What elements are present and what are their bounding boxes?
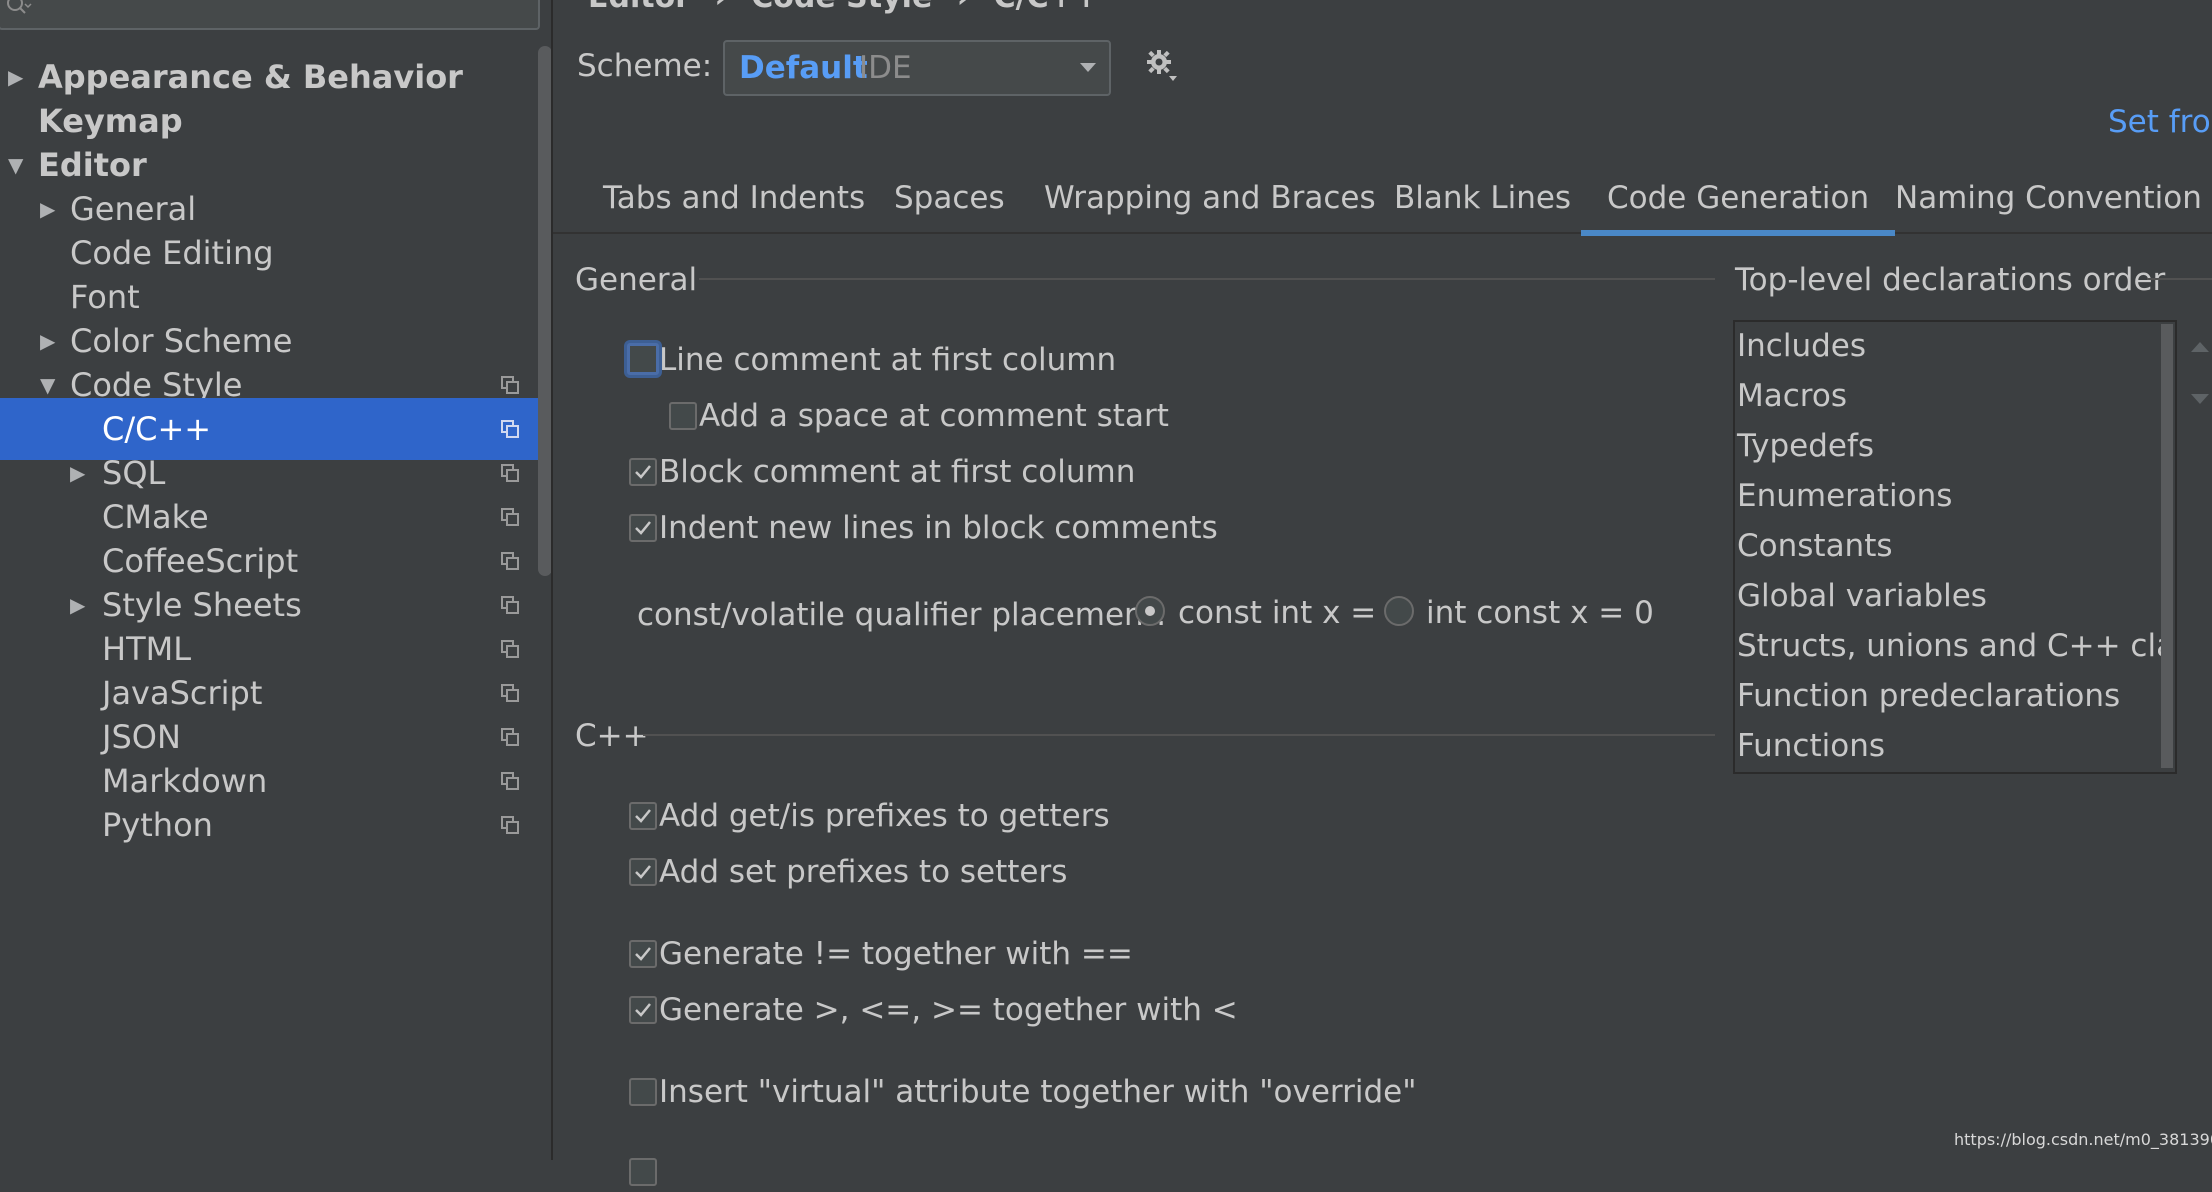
radio-selected-dot bbox=[1145, 606, 1155, 616]
list-item[interactable]: Constants bbox=[1737, 528, 1893, 564]
section-divider bbox=[699, 278, 1715, 280]
search-icon bbox=[7, 0, 32, 14]
check-icon bbox=[635, 809, 651, 823]
declarations-scrollbar[interactable] bbox=[2161, 324, 2173, 768]
gear-icon[interactable] bbox=[1143, 48, 1179, 84]
move-up-icon[interactable] bbox=[2189, 340, 2211, 354]
option-label: Generate >, <=, >= together with < bbox=[659, 992, 1238, 1028]
project-scope-icon bbox=[501, 640, 519, 658]
checkbox[interactable] bbox=[629, 802, 657, 830]
list-item[interactable]: Function predeclarations bbox=[1737, 678, 2120, 714]
code-style-tabs: Tabs and Indents Spaces Wrapping and Bra… bbox=[553, 170, 2212, 236]
checkbox[interactable] bbox=[629, 858, 657, 886]
project-scope-icon bbox=[501, 772, 519, 790]
check-icon bbox=[635, 521, 651, 535]
check-icon bbox=[635, 947, 651, 961]
list-item[interactable]: Functions bbox=[1737, 728, 1885, 764]
move-down-icon[interactable] bbox=[2189, 392, 2211, 406]
set-from-link[interactable]: Set from... bbox=[2108, 104, 2212, 140]
chevron-down-icon bbox=[1080, 63, 1096, 72]
checkbox[interactable] bbox=[629, 458, 657, 486]
project-scope-icon bbox=[501, 552, 519, 570]
project-scope-icon bbox=[501, 508, 519, 526]
project-scope-icon bbox=[501, 464, 519, 482]
tab-naming-convention[interactable]: Naming Convention bbox=[1895, 170, 2202, 230]
tree-item-label: Python bbox=[102, 806, 213, 844]
settings-search-input[interactable] bbox=[0, 0, 540, 30]
checkbox[interactable] bbox=[629, 996, 657, 1024]
checkbox[interactable] bbox=[629, 1158, 657, 1186]
check-icon bbox=[635, 865, 651, 879]
settings-sidebar: ▶ Appearance & Behavior Keymap ▼ Editor … bbox=[0, 0, 553, 1160]
qualifier-placement-label: const/volatile qualifier placement: bbox=[637, 597, 1167, 633]
cpp-section-title: C++ bbox=[575, 718, 649, 754]
checkbox[interactable] bbox=[629, 514, 657, 542]
project-scope-icon bbox=[501, 684, 519, 702]
breadcrumb-item: C/C++ bbox=[994, 0, 1099, 15]
list-item[interactable]: Typedefs bbox=[1737, 428, 1874, 464]
tree-item-python[interactable]: Python bbox=[0, 794, 551, 856]
general-section-title: General bbox=[575, 262, 698, 298]
scheme-label: Scheme: bbox=[577, 48, 713, 84]
option-label: Add get/is prefixes to getters bbox=[659, 798, 1110, 834]
option-label: Generate != together with == bbox=[659, 936, 1133, 972]
checkbox[interactable] bbox=[629, 940, 657, 968]
option-label: Insert "virtual" attribute together with… bbox=[659, 1074, 1417, 1110]
list-item[interactable]: Includes bbox=[1737, 328, 1866, 364]
radio-label: const int x = 0 bbox=[1178, 595, 1406, 631]
list-item[interactable]: Macros bbox=[1737, 378, 1847, 414]
checkbox[interactable] bbox=[627, 343, 659, 375]
tab-spaces[interactable]: Spaces bbox=[894, 170, 1005, 230]
option-label: Indent new lines in block comments bbox=[659, 510, 1218, 546]
tab-tabs-and-indents[interactable]: Tabs and Indents bbox=[603, 170, 865, 230]
section-divider bbox=[643, 734, 1715, 736]
declarations-order-title: Top-level declarations order bbox=[1735, 262, 2166, 298]
check-icon bbox=[635, 465, 651, 479]
project-scope-icon bbox=[501, 728, 519, 746]
code-style-panel: Editor › Code Style › C/C++ Scheme: Defa… bbox=[553, 0, 2212, 1186]
checkbox[interactable] bbox=[669, 402, 697, 430]
project-scope-icon bbox=[501, 420, 519, 438]
tab-wrapping-and-braces[interactable]: Wrapping and Braces bbox=[1044, 170, 1376, 230]
breadcrumb-separator: › bbox=[714, 0, 726, 15]
option-label: Add set prefixes to setters bbox=[659, 854, 1068, 890]
breadcrumb-item: Editor bbox=[588, 0, 690, 15]
list-item[interactable]: Structs, unions and C++ classes bbox=[1737, 628, 2175, 664]
radio-label: int const x = 0 bbox=[1426, 595, 1654, 631]
breadcrumb-item: Code Style bbox=[751, 0, 932, 15]
option-label: Line comment at first column bbox=[659, 342, 1117, 378]
breadcrumb: Editor › Code Style › C/C++ bbox=[588, 0, 1113, 15]
option-label: Add a space at comment start bbox=[699, 398, 1169, 434]
project-scope-icon bbox=[501, 376, 519, 394]
scheme-type: IDE bbox=[859, 50, 912, 86]
scheme-dropdown[interactable]: Default IDE bbox=[723, 40, 1111, 96]
checkbox[interactable] bbox=[629, 1078, 657, 1106]
option-label: Block comment at first column bbox=[659, 454, 1136, 490]
section-divider bbox=[2147, 278, 2212, 280]
check-icon bbox=[635, 1003, 651, 1017]
tab-blank-lines[interactable]: Blank Lines bbox=[1394, 170, 1571, 230]
watermark-text: https://blog.csdn.net/m0_38139098 bbox=[1954, 1130, 2212, 1149]
project-scope-icon bbox=[501, 596, 519, 614]
sidebar-scrollbar[interactable] bbox=[538, 46, 551, 576]
list-item[interactable]: Enumerations bbox=[1737, 478, 1952, 514]
declarations-order-list[interactable]: Includes Macros Typedefs Enumerations Co… bbox=[1733, 320, 2177, 774]
radio-int-const[interactable] bbox=[1384, 596, 1414, 626]
scheme-name: Default bbox=[739, 50, 868, 86]
tab-code-generation[interactable]: Code Generation bbox=[1581, 170, 1896, 236]
breadcrumb-separator: › bbox=[957, 0, 969, 15]
list-item[interactable]: Global variables bbox=[1737, 578, 1987, 614]
radio-const-int[interactable] bbox=[1135, 596, 1165, 626]
project-scope-icon bbox=[501, 816, 519, 834]
